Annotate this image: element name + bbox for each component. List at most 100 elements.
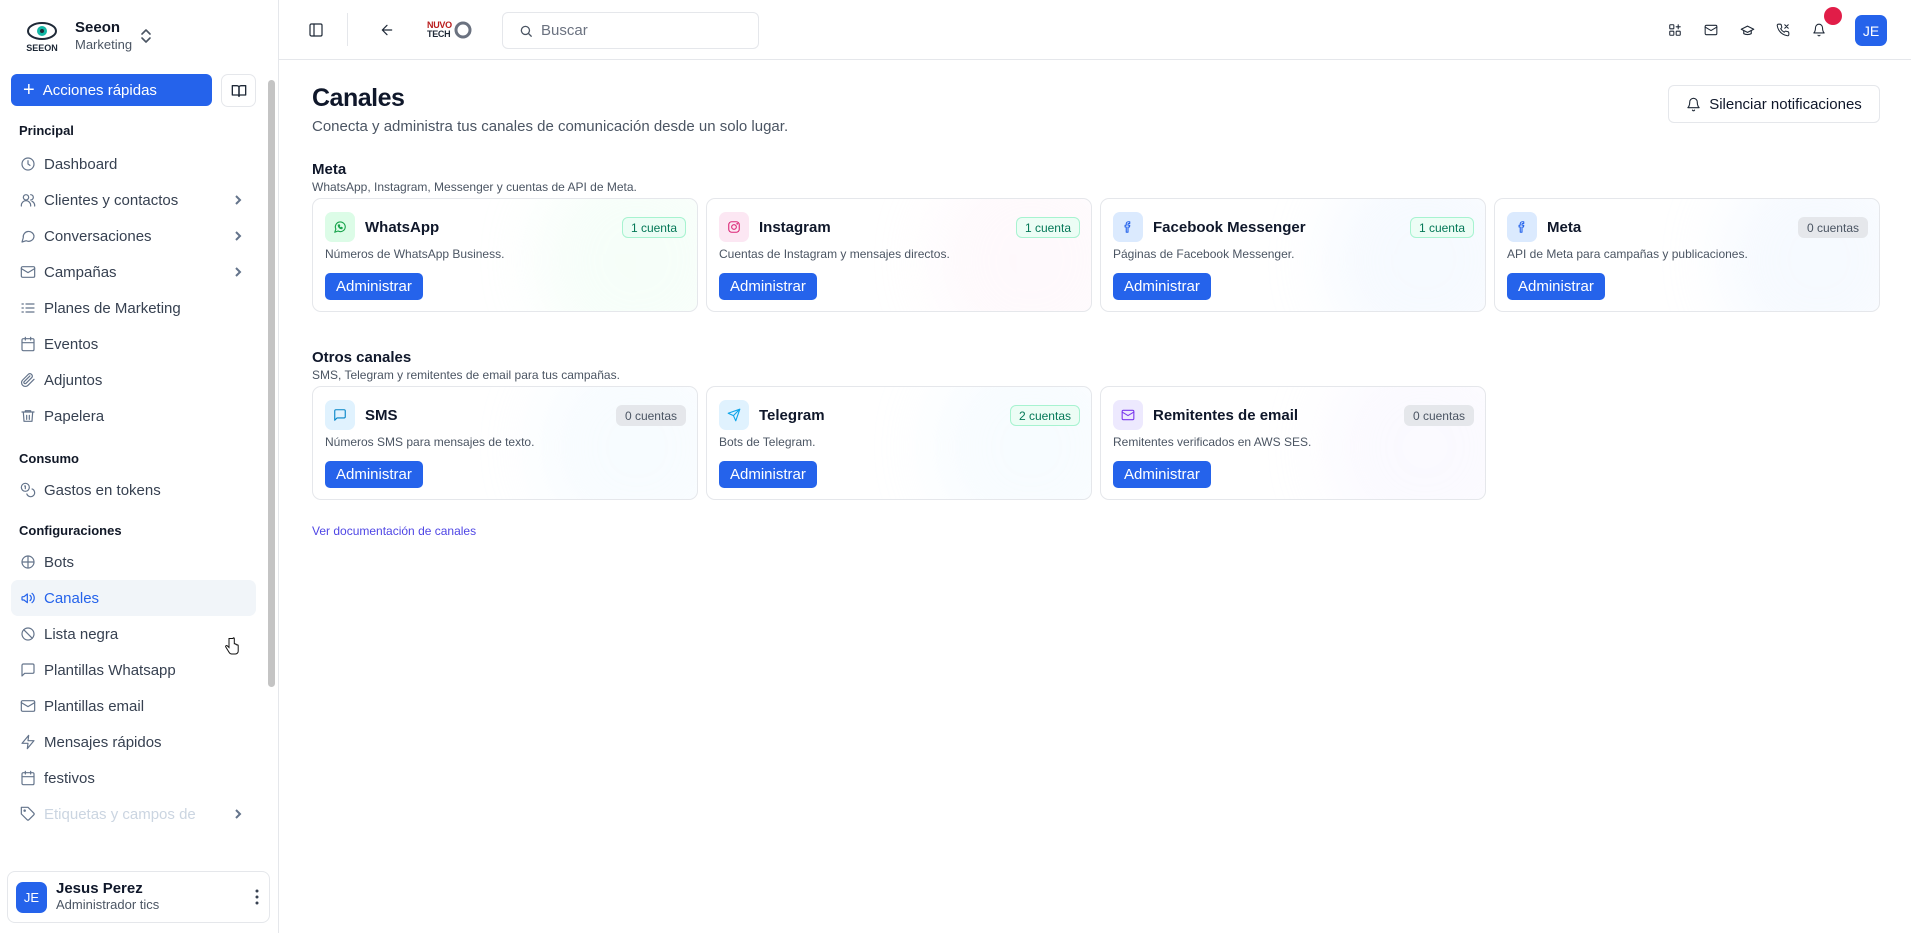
sidebar-item-label: Papelera	[44, 407, 105, 425]
apps-icon[interactable]	[1666, 21, 1684, 39]
phone-icon[interactable]	[1774, 21, 1792, 39]
sidebar-item-label: Clientes y contactos	[44, 191, 179, 209]
sidebar-item-lista-negra[interactable]: Lista negra	[11, 616, 256, 652]
back-arrow-icon[interactable]	[377, 20, 397, 40]
ban-icon	[21, 627, 35, 641]
sidebar-item-label: Dashboard	[44, 155, 118, 173]
sidebar-item-eventos[interactable]: Eventos	[11, 326, 256, 362]
zap-icon	[21, 734, 35, 750]
sidebar-item-label: Canales	[44, 589, 100, 607]
card-glow	[537, 199, 697, 311]
user-name: Jesus Perez	[56, 880, 143, 897]
sidebar-item-etiquetas-y-campos-de[interactable]: Etiquetas y campos de	[11, 796, 256, 832]
notification-badge	[1824, 7, 1842, 25]
sidebar-item-label: festivos	[44, 769, 95, 787]
brand-name: Seeon	[75, 19, 121, 36]
sidebar-item-adjuntos[interactable]: Adjuntos	[11, 362, 256, 398]
chevron-right-icon	[235, 809, 242, 819]
bell-icon[interactable]	[1810, 21, 1828, 39]
account-count-badge: 0 cuentas	[1403, 405, 1474, 426]
paperclip-icon	[20, 373, 35, 388]
page-subtitle: Conecta y administra tus canales de comu…	[312, 118, 789, 135]
page-title: Canales	[312, 84, 405, 112]
channel-icon-wrap	[1113, 400, 1143, 430]
user-menu[interactable]: JE Jesus Perez Administrador tics	[7, 871, 270, 923]
sidebar-item-plantillas-whatsapp[interactable]: Plantillas Whatsapp	[11, 652, 256, 688]
sidebar-item-label: Adjuntos	[44, 371, 103, 389]
manage-button[interactable]: Administrar	[719, 461, 817, 488]
sidebar-item-clientes-y-contactos[interactable]: Clientes y contactos	[11, 182, 256, 218]
calendar-icon	[21, 770, 35, 786]
account-count-badge: 2 cuentas	[1009, 405, 1080, 426]
sidebar-item-label: Campañas	[44, 263, 117, 281]
sidebar-nav: Principal Dashboard Clientes y contactos Co…	[11, 120, 256, 860]
channel-icon-wrap	[1507, 212, 1537, 242]
manage-button[interactable]: Administrar	[1507, 273, 1605, 300]
channel-card-facebook-messenger: Facebook Messenger 1 cuenta Páginas de Fac…	[1100, 198, 1486, 312]
chat-icon	[21, 230, 35, 243]
manage-button[interactable]: Administrar	[1113, 461, 1211, 488]
channel-name: WhatsApp	[365, 219, 440, 236]
user-avatar: JE	[16, 881, 47, 913]
channel-description: Números de WhatsApp Business.	[325, 247, 505, 261]
channel-name: Remitentes de email	[1153, 407, 1299, 424]
channel-card-meta: Meta 0 cuentas API de Meta para campañas y…	[1494, 198, 1880, 312]
section-title-consumo: Consumo	[19, 451, 79, 466]
sidebar-item-gastos-en-tokens[interactable]: Gastos en tokens	[11, 472, 256, 508]
message-square-icon	[21, 663, 35, 677]
sidebar-toggle-icon[interactable]	[306, 20, 326, 40]
mail-icon[interactable]	[1702, 21, 1720, 39]
card-glow	[1325, 387, 1485, 499]
channel-card-telegram: Telegram 2 cuentas Bots de Telegram. Admini…	[706, 386, 1092, 500]
quick-actions-button[interactable]: + Acciones rápidas	[11, 74, 212, 106]
docs-button[interactable]	[221, 74, 256, 107]
hand-cursor-icon	[225, 637, 239, 655]
divider	[347, 13, 348, 46]
mute-notifications-button[interactable]: Silenciar notificaciones	[1668, 85, 1880, 123]
channel-icon-wrap	[1113, 212, 1143, 242]
bell-icon	[1687, 97, 1700, 111]
card-glow	[931, 199, 1091, 311]
graduation-cap-icon[interactable]	[1738, 21, 1756, 39]
manage-button[interactable]: Administrar	[1113, 273, 1211, 300]
sidebar-item-bots[interactable]: Bots	[11, 544, 256, 580]
tag-icon	[20, 806, 35, 821]
search-input[interactable]	[541, 22, 741, 39]
channel-name: Facebook Messenger	[1153, 219, 1306, 236]
sidebar-item-label: Planes de Marketing	[44, 299, 181, 317]
chevrons-up-down-icon[interactable]	[139, 27, 153, 45]
chevron-right-icon	[235, 267, 242, 277]
manage-button[interactable]: Administrar	[325, 273, 423, 300]
clock-icon	[21, 157, 35, 171]
sidebar-item-label: Plantillas Whatsapp	[44, 661, 176, 679]
whatsapp-icon	[334, 221, 346, 233]
channel-card-instagram: Instagram 1 cuenta Cuentas de Instagram y …	[706, 198, 1092, 312]
group-subtitle: SMS, Telegram y remitentes de email para…	[312, 368, 620, 382]
manage-button[interactable]: Administrar	[719, 273, 817, 300]
user-role: Administrador tics	[56, 897, 160, 912]
more-vertical-icon[interactable]	[255, 888, 259, 906]
sidebar-item-dashboard[interactable]: Dashboard	[11, 146, 256, 182]
sidebar-item-papelera[interactable]: Papelera	[11, 398, 256, 434]
topbar: NUVO TECH JE	[279, 0, 1911, 60]
card-glow	[931, 387, 1091, 499]
search-box[interactable]	[502, 12, 759, 49]
manage-button[interactable]: Administrar	[325, 461, 423, 488]
sidebar: SEEON Seeon Marketing + Acciones rápidas…	[0, 0, 279, 933]
channel-icon-wrap	[719, 400, 749, 430]
sidebar-item-campanas[interactable]: Campañas	[11, 254, 256, 290]
brand-switcher[interactable]: SEEON Seeon Marketing	[19, 16, 132, 56]
bot-icon	[21, 555, 35, 569]
sidebar-scrollbar[interactable]	[268, 80, 275, 687]
sidebar-item-planes-de-marketing[interactable]: Planes de Marketing	[11, 290, 256, 326]
channel-description: API de Meta para campañas y publicacione…	[1507, 247, 1748, 261]
nuvotech-logo: NUVO TECH	[427, 18, 473, 42]
sidebar-item-conversaciones[interactable]: Conversaciones	[11, 218, 256, 254]
sidebar-item-festivos[interactable]: festivos	[11, 760, 256, 796]
sidebar-item-mensajes-rapidos[interactable]: Mensajes rápidos	[11, 724, 256, 760]
top-user-avatar[interactable]: JE	[1855, 15, 1887, 46]
channel-card-remitentes-de-email: Remitentes de email 0 cuentas Remitentes v…	[1100, 386, 1486, 500]
docs-link[interactable]: Ver documentación de canales	[312, 524, 476, 538]
sidebar-item-plantillas-email[interactable]: Plantillas email	[11, 688, 256, 724]
sidebar-item-canales[interactable]: Canales	[11, 580, 256, 616]
